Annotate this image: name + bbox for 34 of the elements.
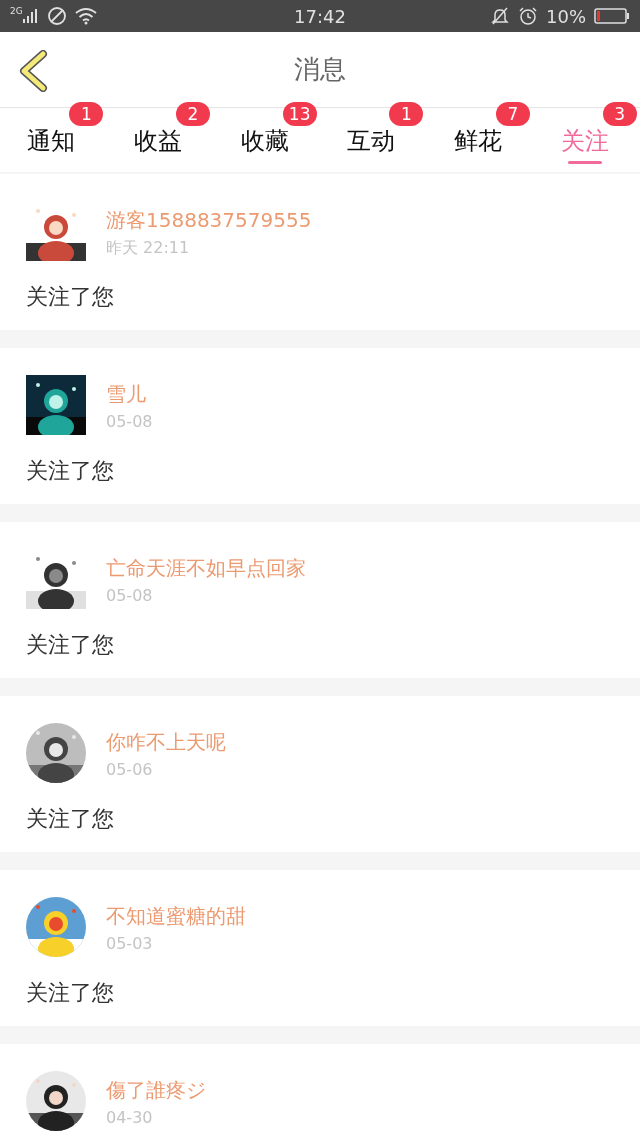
message-time: 04-30 [106,1108,153,1128]
message-text: 关注了您 [26,808,115,830]
message-text: 关注了您 [26,982,115,1004]
message-text: 关注了您 [26,460,115,482]
message-card[interactable]: 你咋不上天呢 05-06 关注了您 [0,696,640,852]
message-card[interactable]: 雪儿 05-08 关注了您 [0,348,640,504]
page-title: 消息 [294,53,346,86]
message-card[interactable]: 不知道蜜糖的甜 05-03 关注了您 [0,870,640,1026]
blocked-icon [46,6,67,26]
message-card[interactable]: 亡命天涯不如早点回家 05-08 关注了您 [0,522,640,678]
count-badge: 7 [496,102,530,126]
message-time: 05-08 [106,586,153,606]
message-time: 05-08 [106,412,153,432]
count-badge: 1 [69,102,104,126]
tab-underline [567,161,602,164]
message-card[interactable]: 游客1588837579555 昨天 22:11 关注了您 [0,174,640,330]
message-time: 05-06 [106,760,153,780]
wifi-icon [74,7,97,25]
message-time: 05-03 [106,934,153,954]
muted-bell-icon [490,6,510,26]
battery-icon [594,7,630,25]
count-badge: 3 [602,102,637,126]
count-badge: 2 [176,102,210,126]
back-chevron-icon [18,50,48,92]
network-type: 2G [10,6,23,16]
message-text: 关注了您 [26,286,115,308]
alarm-icon [518,6,538,26]
battery-percent: 10% [546,4,586,29]
signal-icon [22,8,39,24]
clock-time: 17:42 [294,4,346,29]
count-badge: 1 [389,102,424,126]
count-badge: 13 [282,102,317,126]
message-text: 关注了您 [26,634,115,656]
message-time: 昨天 22:11 [106,238,190,258]
